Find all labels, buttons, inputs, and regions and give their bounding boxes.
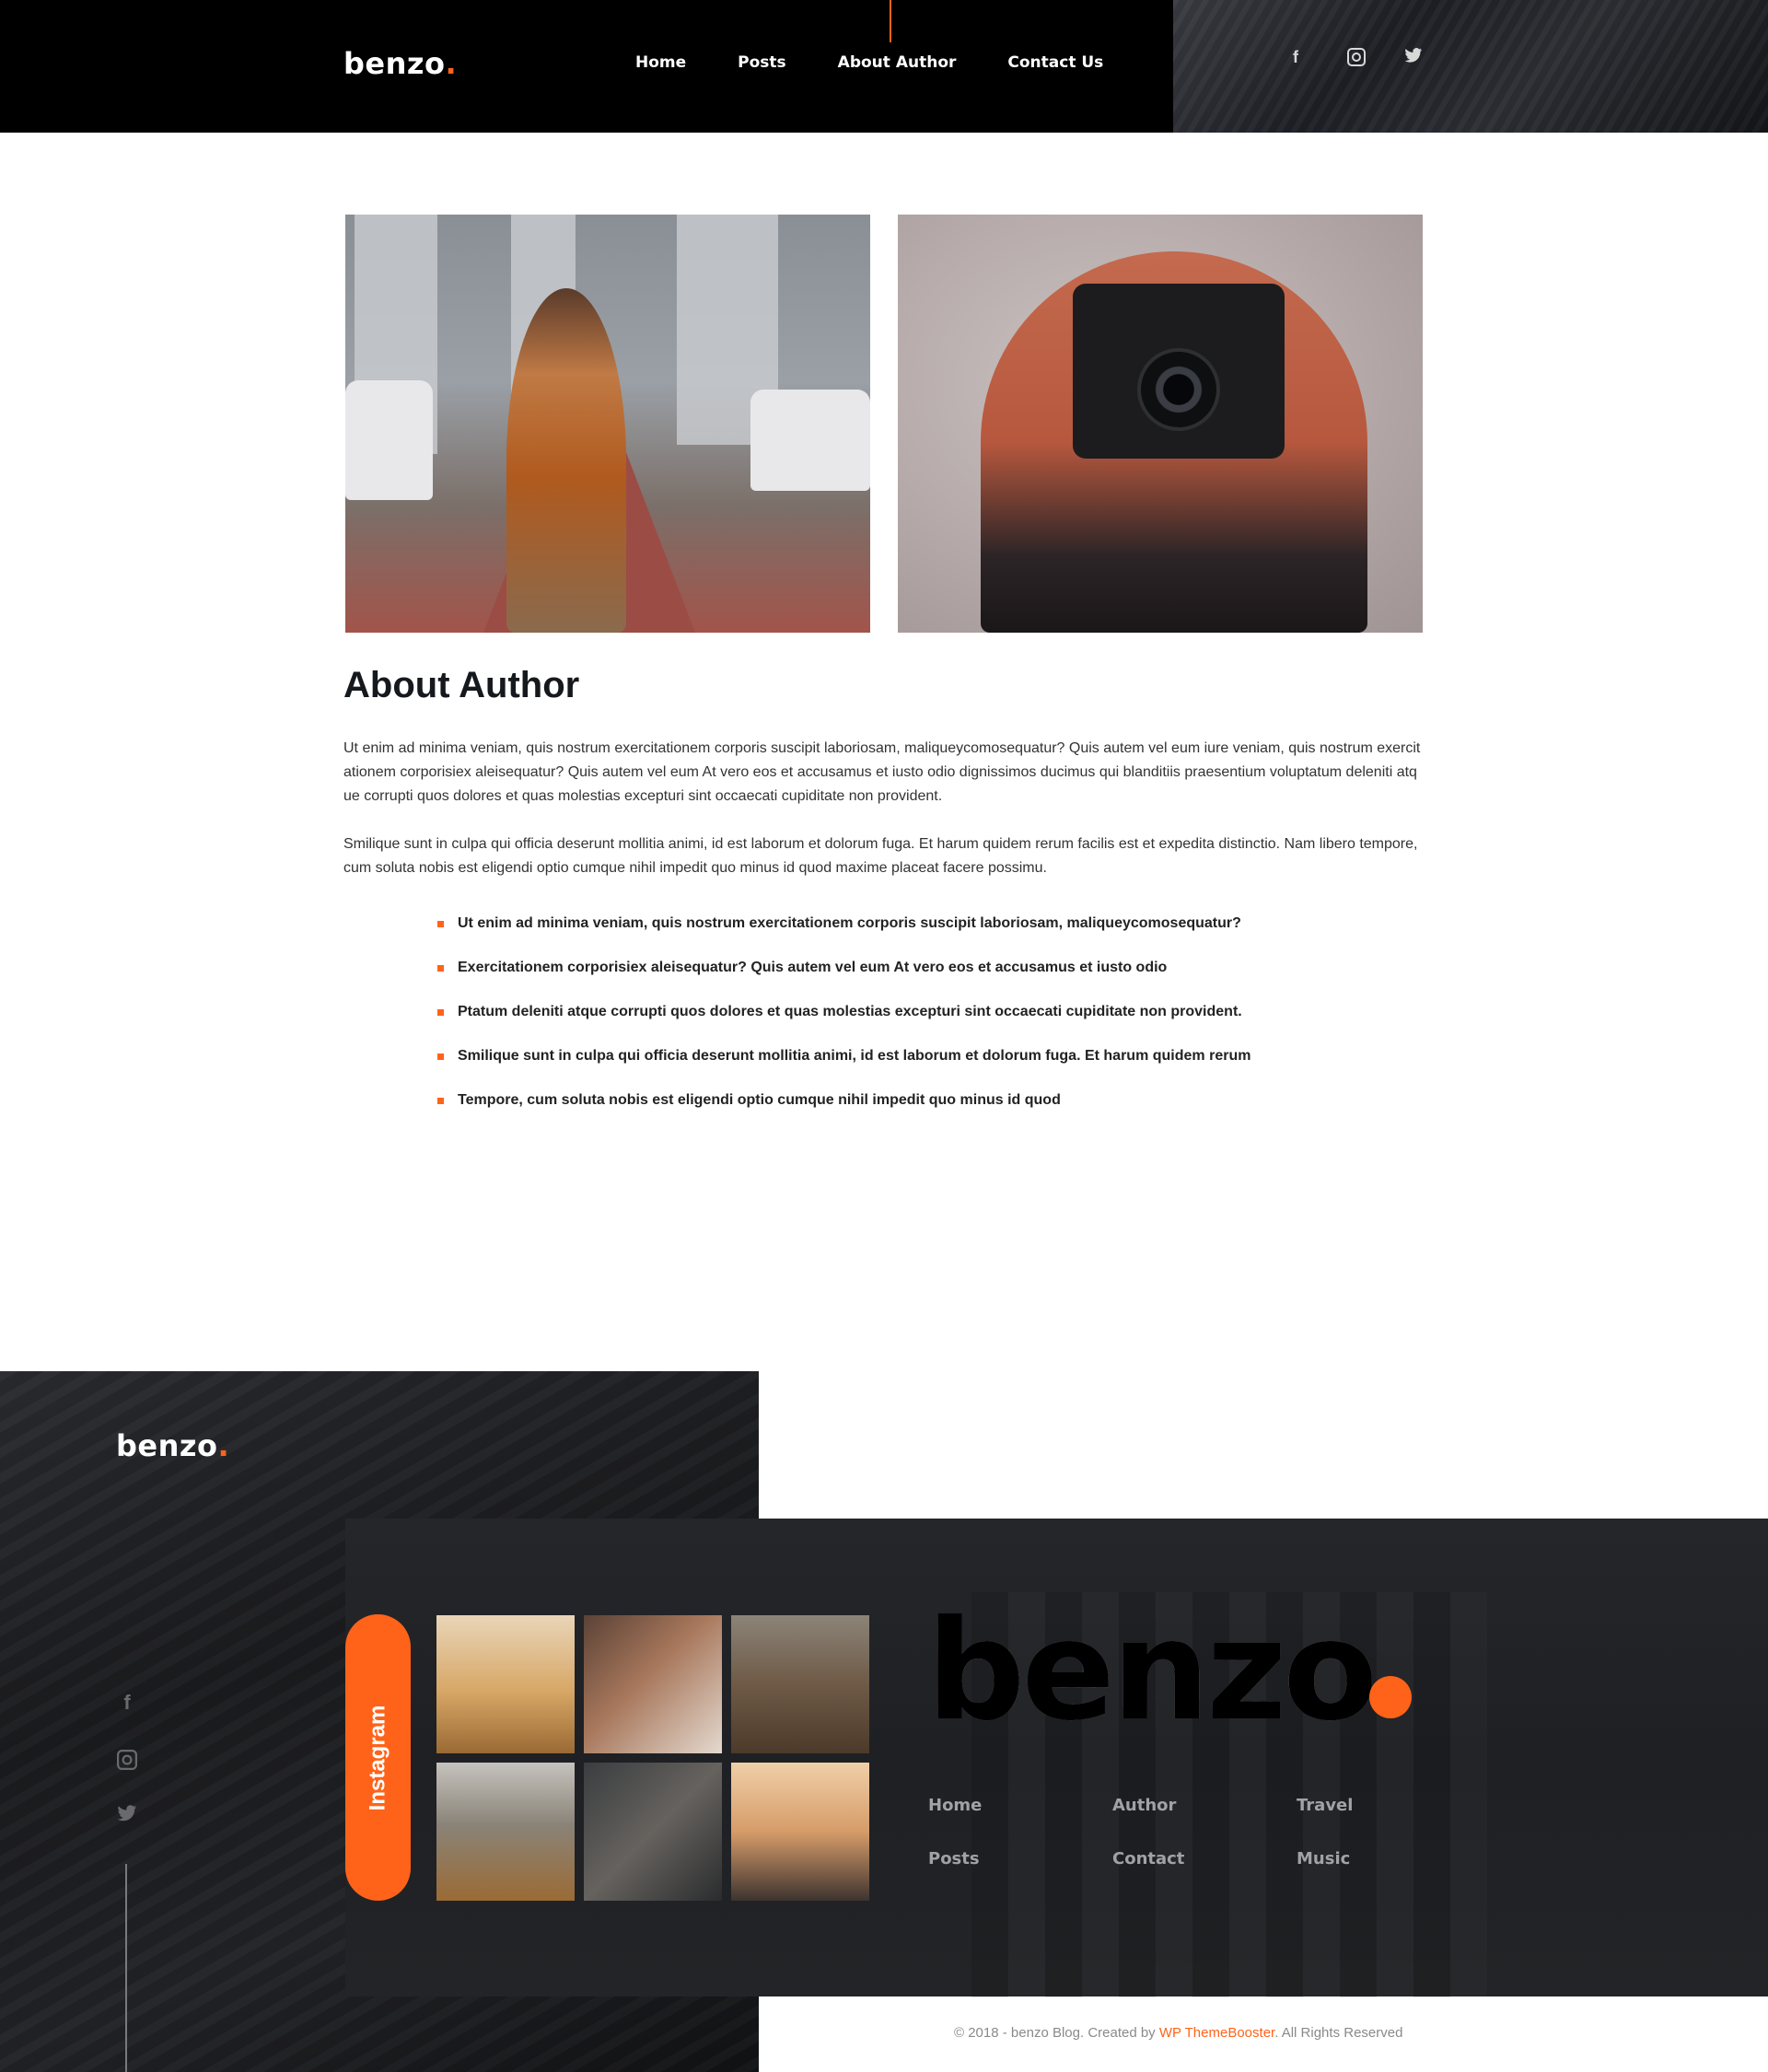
- footer-divider-line: [125, 1864, 127, 2072]
- header-photo-panel: [1173, 0, 1768, 133]
- nav-home[interactable]: Home: [635, 53, 686, 72]
- facebook-icon[interactable]: f: [1285, 48, 1306, 67]
- list-item: Tempore, cum soluta nobis est eligendi o…: [437, 1088, 1250, 1133]
- instagram-thumb-bird[interactable]: [584, 1763, 722, 1901]
- footer-link-author[interactable]: Author: [1112, 1796, 1176, 1815]
- footer-link-music[interactable]: Music: [1297, 1849, 1350, 1868]
- instagram-label-button[interactable]: Instagram: [345, 1614, 411, 1901]
- instagram-label: Instagram: [365, 1705, 390, 1810]
- instagram-icon[interactable]: [1346, 48, 1367, 71]
- main-nav: Home Posts About Author Contact Us: [635, 0, 1155, 72]
- footer-logo-dot: .: [217, 1428, 230, 1463]
- footer-main-panel: [345, 1519, 1768, 1997]
- copyright-text: © 2018 - benzo Blog. Created by WP Theme…: [954, 2025, 1402, 2041]
- footer-link-home[interactable]: Home: [928, 1796, 982, 1815]
- about-paragraph-1: Ut enim ad minima veniam, quis nostrum e…: [343, 740, 1421, 804]
- about-paragraph-2: Smilique sunt in culpa qui officia deser…: [343, 836, 1418, 876]
- copyright-brand-link[interactable]: WP ThemeBooster: [1159, 2025, 1274, 2041]
- page-title: About Author: [343, 665, 580, 705]
- copyright-prefix: © 2018 - benzo Blog. Created by: [954, 2025, 1159, 2041]
- nav-about-author[interactable]: About Author: [838, 0, 956, 72]
- instagram-thumb-jeep[interactable]: [436, 1763, 575, 1901]
- list-item: Smilique sunt in culpa qui officia deser…: [437, 1044, 1250, 1088]
- footer-link-travel[interactable]: Travel: [1297, 1796, 1353, 1815]
- footer-logo[interactable]: benzo.: [116, 1428, 229, 1463]
- site-header: benzo. Home Posts About Author Contact U…: [0, 0, 1768, 133]
- nav-posts[interactable]: Posts: [738, 53, 786, 72]
- footer-big-logo-dot: [1369, 1676, 1412, 1718]
- instagram-thumb-road[interactable]: [436, 1615, 575, 1753]
- facebook-icon[interactable]: f: [116, 1691, 138, 1715]
- author-photo-street: [345, 215, 870, 633]
- list-item: Ut enim ad minima veniam, quis nostrum e…: [437, 912, 1250, 956]
- site-logo-text: benzo: [343, 46, 446, 81]
- footer-big-logo: benzo: [926, 1591, 1378, 1752]
- site-logo[interactable]: benzo.: [343, 46, 457, 81]
- twitter-icon[interactable]: [1403, 48, 1424, 69]
- author-photo-camera: [898, 215, 1423, 633]
- nav-contact-us[interactable]: Contact Us: [1007, 53, 1103, 72]
- instagram-icon[interactable]: [116, 1750, 138, 1775]
- about-bullet-list: Ut enim ad minima veniam, quis nostrum e…: [437, 912, 1250, 1133]
- instagram-thumb-woman[interactable]: [584, 1615, 722, 1753]
- instagram-thumb-big-ben[interactable]: [731, 1763, 869, 1901]
- footer-logo-text: benzo: [116, 1428, 218, 1463]
- twitter-icon[interactable]: [116, 1805, 138, 1829]
- copyright-suffix: . All Rights Reserved: [1274, 2025, 1403, 2041]
- footer-link-posts[interactable]: Posts: [928, 1849, 980, 1868]
- list-item: Ptatum deleniti atque corrupti quos dolo…: [437, 1000, 1250, 1044]
- footer-link-contact[interactable]: Contact: [1112, 1849, 1184, 1868]
- site-logo-dot: .: [445, 46, 458, 81]
- list-item: Exercitationem corporisiex aleisequatur?…: [437, 956, 1250, 1000]
- instagram-thumb-dog[interactable]: [731, 1615, 869, 1753]
